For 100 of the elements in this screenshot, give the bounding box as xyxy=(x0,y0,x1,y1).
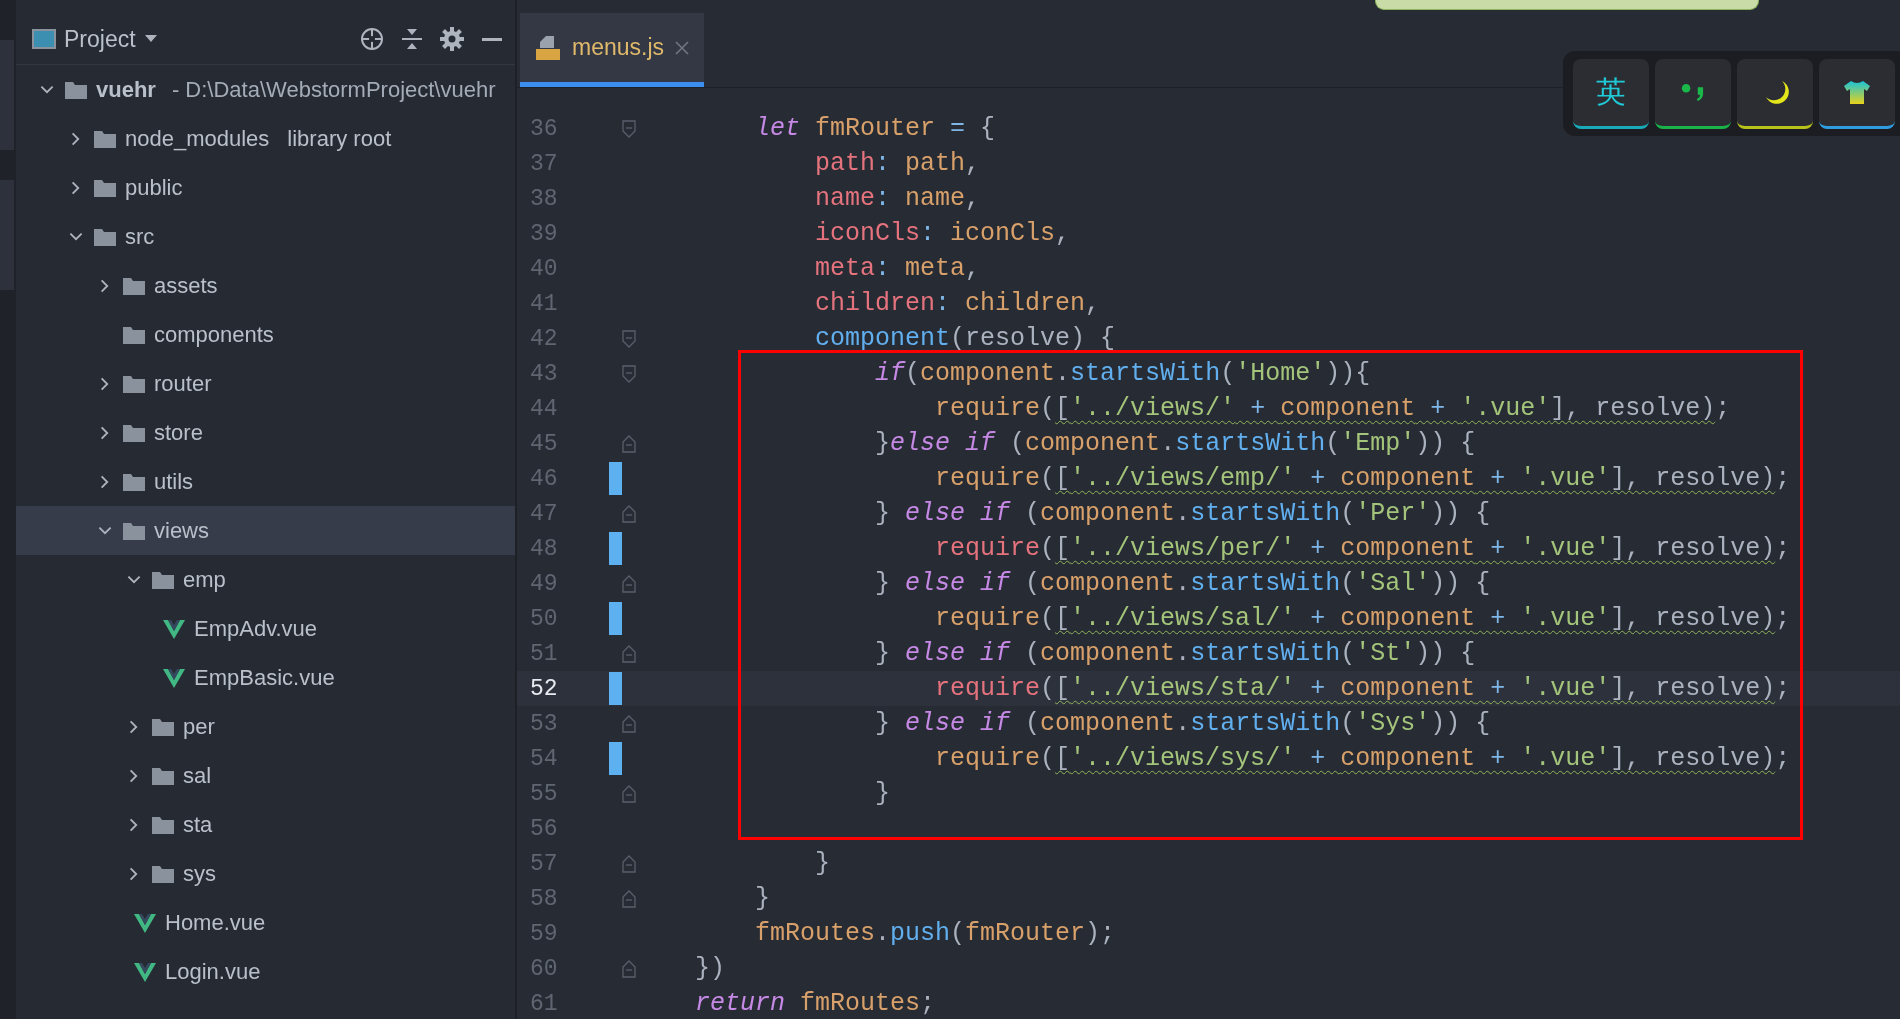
line-number: 57 xyxy=(530,850,559,877)
folder-icon xyxy=(122,471,146,492)
change-marker[interactable] xyxy=(609,462,622,495)
folder-icon xyxy=(122,373,146,394)
code-line: require(['../views/sal/' + component + '.vue'], resolve); xyxy=(934,604,1792,633)
theme-button[interactable] xyxy=(1737,58,1813,129)
tree-item[interactable]: public xyxy=(16,163,515,212)
folder-icon xyxy=(93,128,117,149)
caret-icon xyxy=(143,34,158,44)
fold-marker-icon[interactable] xyxy=(622,504,636,523)
fold-marker-icon[interactable] xyxy=(622,784,636,803)
folder-icon xyxy=(122,275,146,296)
line-number: 60 xyxy=(530,955,559,982)
code-line: } xyxy=(874,779,892,808)
tree-item[interactable]: sys xyxy=(16,849,515,898)
fold-marker-icon[interactable] xyxy=(622,714,636,733)
project-view-dropdown[interactable]: Project xyxy=(32,25,158,53)
vue-file-icon xyxy=(133,961,157,982)
tree-item[interactable]: EmpAdv.vue xyxy=(16,604,515,653)
folder-icon xyxy=(151,716,175,737)
folder-icon xyxy=(122,520,146,541)
tree-item[interactable]: store xyxy=(16,408,515,457)
change-marker[interactable] xyxy=(609,672,622,705)
code-line: require(['../views/' + component + '.vue'], resolve); xyxy=(934,394,1732,423)
tree-item[interactable]: EmpBasic.vue xyxy=(16,653,515,702)
code-line: require(['../views/sta/' + component + '.vue'], resolve); xyxy=(934,674,1792,703)
settings-icon[interactable] xyxy=(439,26,465,52)
folder-icon xyxy=(151,814,175,835)
window-icon xyxy=(32,29,56,49)
editor-tab[interactable]: menus.js xyxy=(520,13,705,87)
collapse-all-icon[interactable] xyxy=(399,26,425,52)
line-number: 40 xyxy=(530,255,559,282)
change-marker[interactable] xyxy=(609,532,622,565)
fold-marker-icon[interactable] xyxy=(622,574,636,593)
tree-item[interactable]: emp xyxy=(16,555,515,604)
fold-marker-icon[interactable] xyxy=(622,854,636,873)
code-line: }) xyxy=(695,954,726,983)
fold-marker-icon[interactable] xyxy=(622,119,636,138)
code-line: iconCls: iconCls, xyxy=(814,219,1072,248)
code-line: let fmRouter = { xyxy=(754,114,997,143)
folder-icon xyxy=(93,177,117,198)
tree-item[interactable]: sta xyxy=(16,800,515,849)
tree-item[interactable]: src xyxy=(16,212,515,261)
line-number: 38 xyxy=(530,185,559,212)
code-line: component(resolve) { xyxy=(814,324,1117,353)
tree-item[interactable]: Home.vue xyxy=(16,898,515,947)
folder-icon xyxy=(151,863,175,884)
tree-item[interactable]: Login.vue xyxy=(16,947,515,996)
folder-icon xyxy=(93,226,117,247)
change-marker[interactable] xyxy=(609,602,622,635)
tree-item[interactable]: assets xyxy=(16,261,515,310)
code-line: path: path, xyxy=(814,149,982,178)
fold-marker-icon[interactable] xyxy=(622,889,636,908)
tree-item[interactable]: node_modules library root xyxy=(16,114,515,163)
code-line: return fmRoutes; xyxy=(695,989,937,1018)
folder-icon xyxy=(122,422,146,443)
fold-marker-icon[interactable] xyxy=(622,329,636,348)
code-line: } else if (component.startsWith('Sys')) { xyxy=(874,709,1492,738)
line-number: 61 xyxy=(530,990,559,1017)
code-line: } xyxy=(754,884,771,913)
close-icon[interactable] xyxy=(674,39,691,56)
line-number: 51 xyxy=(530,640,559,667)
code-line: } else if (component.startsWith('Per')) { xyxy=(874,499,1492,528)
tree-item[interactable]: components xyxy=(16,310,515,359)
punctuation-button[interactable] xyxy=(1655,58,1731,129)
line-number: 50 xyxy=(530,605,559,632)
fold-marker-icon[interactable] xyxy=(622,959,636,978)
tree-item[interactable]: sal xyxy=(16,751,515,800)
tree-item[interactable]: vuehr - D:\Data\WebstormProject\vuehr xyxy=(16,65,515,114)
line-number: 44 xyxy=(530,395,559,422)
line-number: 54 xyxy=(530,745,559,772)
fold-marker-icon[interactable] xyxy=(622,644,636,663)
line-number: 43 xyxy=(530,360,559,387)
folder-icon xyxy=(151,765,175,786)
fold-marker-icon[interactable] xyxy=(622,434,636,453)
code-line: meta: meta, xyxy=(814,254,982,283)
change-marker[interactable] xyxy=(609,742,622,775)
tree-item[interactable]: per xyxy=(16,702,515,751)
tree-item[interactable]: utils xyxy=(16,457,515,506)
line-number: 48 xyxy=(530,535,559,562)
crosshair-icon[interactable] xyxy=(359,26,385,52)
code-line: name: name, xyxy=(814,184,982,213)
folder-icon xyxy=(122,324,146,345)
fold-marker-icon[interactable] xyxy=(622,364,636,383)
tree-item[interactable]: views xyxy=(16,506,515,555)
line-number: 49 xyxy=(530,570,559,597)
skin-button[interactable] xyxy=(1819,58,1895,129)
code-line: } xyxy=(814,849,832,878)
dot-comma-icon xyxy=(1681,83,1705,101)
input-mode-button[interactable]: 英 xyxy=(1573,58,1649,129)
line-number: 37 xyxy=(530,150,559,177)
line-number: 42 xyxy=(530,325,559,352)
code-line: } else if (component.startsWith('St')) { xyxy=(874,639,1477,668)
line-number: 59 xyxy=(530,920,559,947)
line-number: 36 xyxy=(530,115,559,142)
code-line: } else if (component.startsWith('Sal')) { xyxy=(874,569,1492,598)
line-number: 58 xyxy=(530,885,559,912)
line-number: 41 xyxy=(530,290,559,317)
code-line: require(['../views/sys/' + component + '.vue'], resolve); xyxy=(934,744,1792,773)
tree-item[interactable]: router xyxy=(16,359,515,408)
